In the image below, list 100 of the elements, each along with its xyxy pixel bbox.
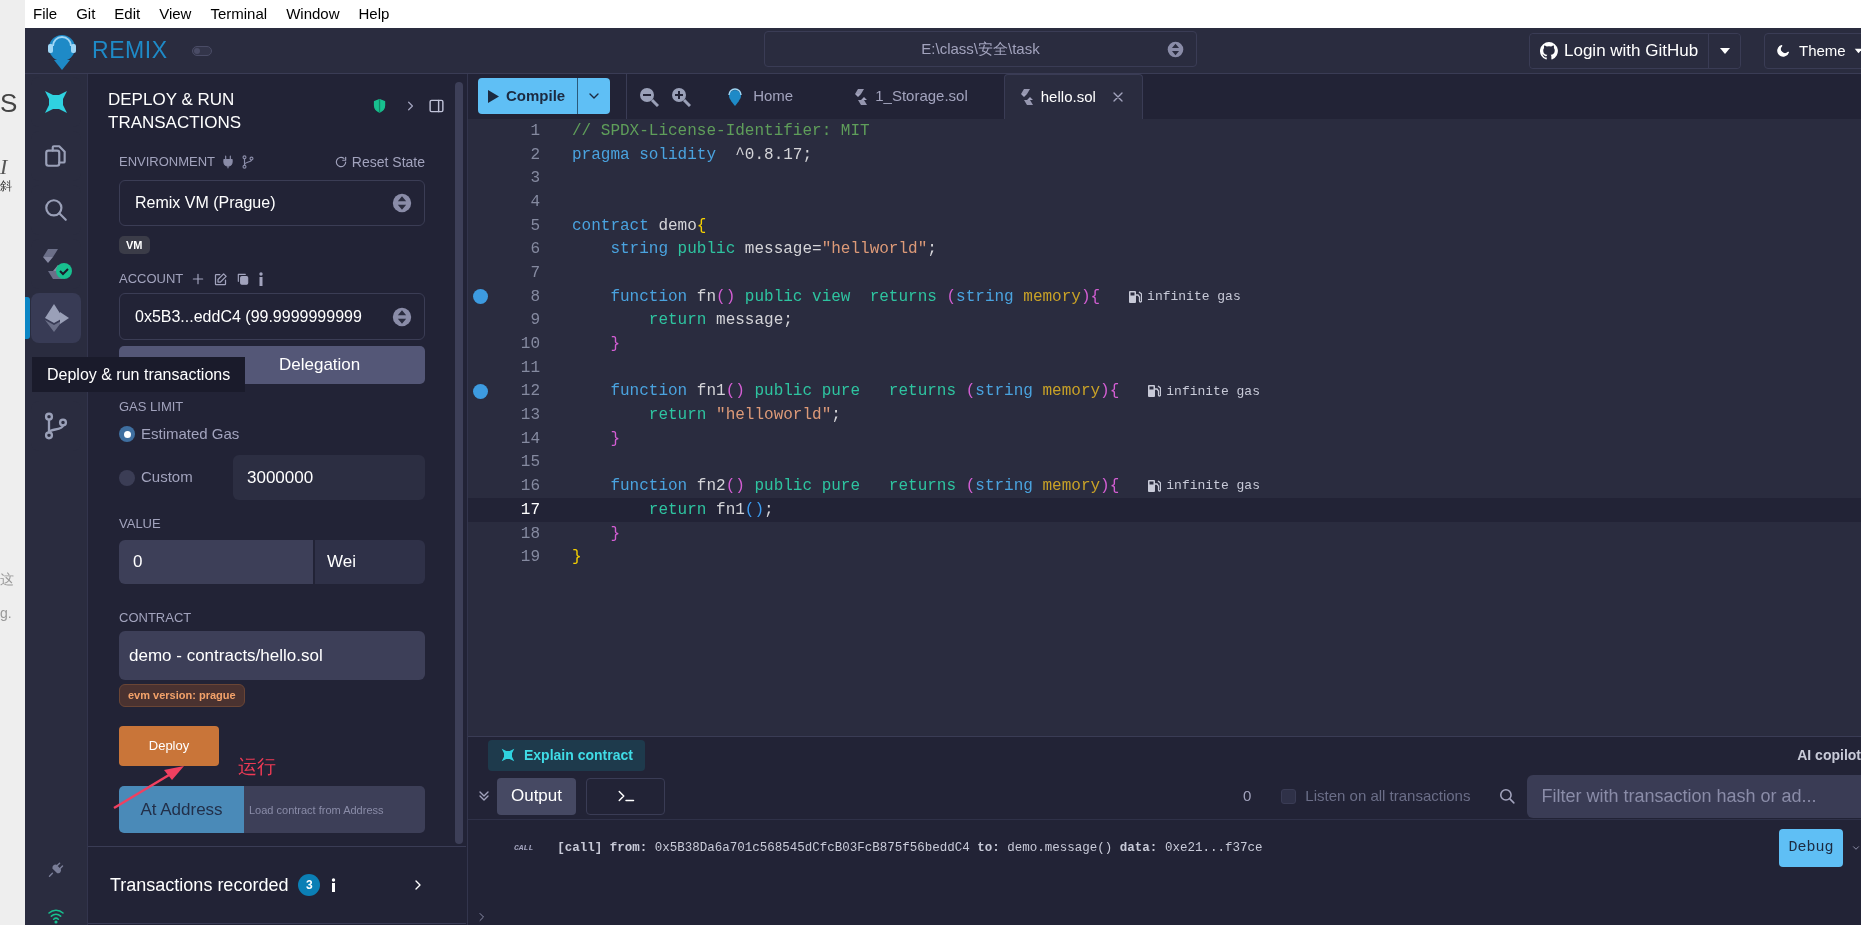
code-line: } — [609, 428, 620, 450]
editor-tab[interactable]: hello.sol — [1003, 74, 1143, 119]
call-tag: CALL — [514, 842, 534, 854]
text-fragment: S — [0, 90, 18, 116]
address-field[interactable]: Load contract from Address — [244, 786, 425, 833]
editor-tab[interactable]: 1_Storage.sol — [839, 74, 984, 119]
zoom-out-icon[interactable] — [639, 87, 660, 107]
line-number: 7 — [530, 262, 540, 284]
line-number: 12 — [520, 381, 540, 403]
plus-icon[interactable] — [191, 272, 206, 286]
menu-item[interactable]: Edit — [112, 2, 143, 26]
code-line: contract demo{ — [572, 215, 707, 237]
evm-version-badge: evm version: prague — [119, 684, 245, 707]
filter-field[interactable]: Filter with transaction hash or ad... — [1527, 774, 1861, 818]
copy-icon[interactable] — [236, 272, 251, 286]
menu-item[interactable]: View — [157, 2, 194, 26]
code-line: } — [609, 334, 620, 356]
dropdown-button[interactable] — [1708, 34, 1741, 68]
info-icon[interactable] — [258, 272, 265, 286]
info-icon[interactable] — [330, 878, 338, 892]
menu-item[interactable]: Terminal — [208, 2, 270, 26]
debug-button[interactable]: Debug — [1779, 829, 1843, 867]
line-number: 8 — [530, 286, 540, 308]
gas-estimate: infinite gas — [1166, 477, 1260, 496]
panel-title: DEPLOY & RUN TRANSACTIONS — [108, 89, 243, 134]
field-label: GAS LIMIT — [119, 398, 185, 415]
transaction-count: 0 — [1243, 785, 1252, 806]
line-number: 15 — [520, 452, 540, 474]
plug-icon[interactable] — [221, 155, 236, 169]
field-label: CONTRACT — [119, 609, 193, 626]
menu-item[interactable]: Git — [74, 2, 98, 26]
play-icon — [488, 89, 499, 103]
checkbox[interactable] — [1281, 788, 1297, 804]
search-icon[interactable] — [1498, 786, 1518, 806]
menu-item[interactable]: Window — [284, 2, 342, 26]
toggle-switch[interactable] — [191, 45, 212, 56]
theme-button[interactable]: Theme — [1764, 33, 1861, 69]
copilot-label: AI copilot — [1797, 745, 1861, 765]
tooltip: Deploy & run transactions — [32, 357, 246, 392]
editor-tab[interactable]: Home — [709, 74, 810, 119]
menu-item[interactable]: Help — [356, 2, 392, 26]
code-line: function fn() public view returns (string memory){ — [609, 286, 1101, 308]
updown-icon — [1167, 41, 1184, 58]
code-line: } — [572, 547, 582, 569]
explain-contract-button[interactable]: Explain contract — [488, 739, 645, 771]
code-line: pragma solidity ^0.8.17; — [572, 144, 813, 166]
gas-pump-icon — [1147, 479, 1162, 494]
environment-select[interactable]: Remix VM (Prague) — [119, 180, 425, 226]
reset-state-button[interactable]: Reset State — [333, 151, 425, 173]
refresh-icon — [333, 155, 348, 169]
branch-icon — [42, 412, 70, 440]
line-number: 19 — [520, 547, 540, 569]
radio-button[interactable] — [119, 426, 135, 442]
zoom-in-icon[interactable] — [671, 87, 692, 107]
workspace-select[interactable]: E:\class\安全\task — [764, 31, 1197, 67]
gas-limit-field[interactable]: 3000000 — [233, 455, 425, 500]
scrollbar[interactable] — [455, 82, 463, 844]
section-title: Transactions recorded — [110, 873, 289, 897]
option-label: Estimated Gas — [141, 423, 240, 444]
account-select[interactable]: 0x5B3...eddC4 (99.9999999999 — [119, 293, 425, 340]
output-tab[interactable]: Output — [497, 777, 576, 815]
at-address-button[interactable]: At Address — [119, 786, 244, 833]
vm-badge: VM — [119, 236, 150, 254]
line-number: 16 — [520, 476, 540, 498]
radio-button[interactable] — [119, 469, 135, 486]
solidity-file-icon — [855, 88, 868, 105]
code-line: function fn2() public pure returns (string memory){ — [609, 476, 1120, 498]
value-field[interactable]: 0 — [119, 540, 313, 584]
code-line: string public message="hellworld"; — [609, 239, 937, 261]
field-label: ENVIRONMENT — [119, 153, 216, 172]
search-icon — [43, 197, 69, 223]
line-number: 6 — [530, 239, 540, 261]
updown-icon — [392, 193, 412, 213]
field-label: VALUE — [119, 515, 162, 532]
ai-sparkle-icon — [500, 747, 516, 763]
gas-estimate: infinite gas — [1147, 287, 1241, 306]
line-number: 9 — [530, 310, 540, 332]
edit-icon[interactable] — [213, 271, 229, 287]
annotation-text: 运行 — [238, 755, 276, 779]
line-number: 17 — [520, 499, 540, 521]
line-number: 13 — [520, 405, 540, 427]
menu-item[interactable]: File — [31, 2, 60, 26]
line-number: 5 — [530, 215, 540, 237]
code-line: function fn1() public pure returns (string memory){ — [609, 381, 1120, 403]
line-number: 14 — [520, 428, 540, 450]
code-line: return fn1(); — [647, 499, 774, 521]
line-number: 11 — [520, 357, 540, 379]
line-number: 10 — [520, 334, 540, 356]
unit-select[interactable]: Wei — [315, 540, 425, 584]
ai-sparkle-icon — [42, 88, 70, 116]
shield-icon — [371, 98, 387, 114]
contract-select[interactable]: demo - contracts/hello.sol — [119, 631, 425, 680]
gas-pump-icon — [1128, 289, 1143, 304]
caret-icon — [1718, 47, 1731, 55]
text-fragment: I — [0, 156, 8, 178]
branch-icon[interactable] — [241, 155, 256, 169]
line-number: 4 — [530, 191, 540, 213]
text-fragment: 这 — [0, 572, 14, 586]
sidebar-button[interactable] — [31, 293, 81, 343]
panel-toggle-icon[interactable] — [428, 97, 445, 115]
